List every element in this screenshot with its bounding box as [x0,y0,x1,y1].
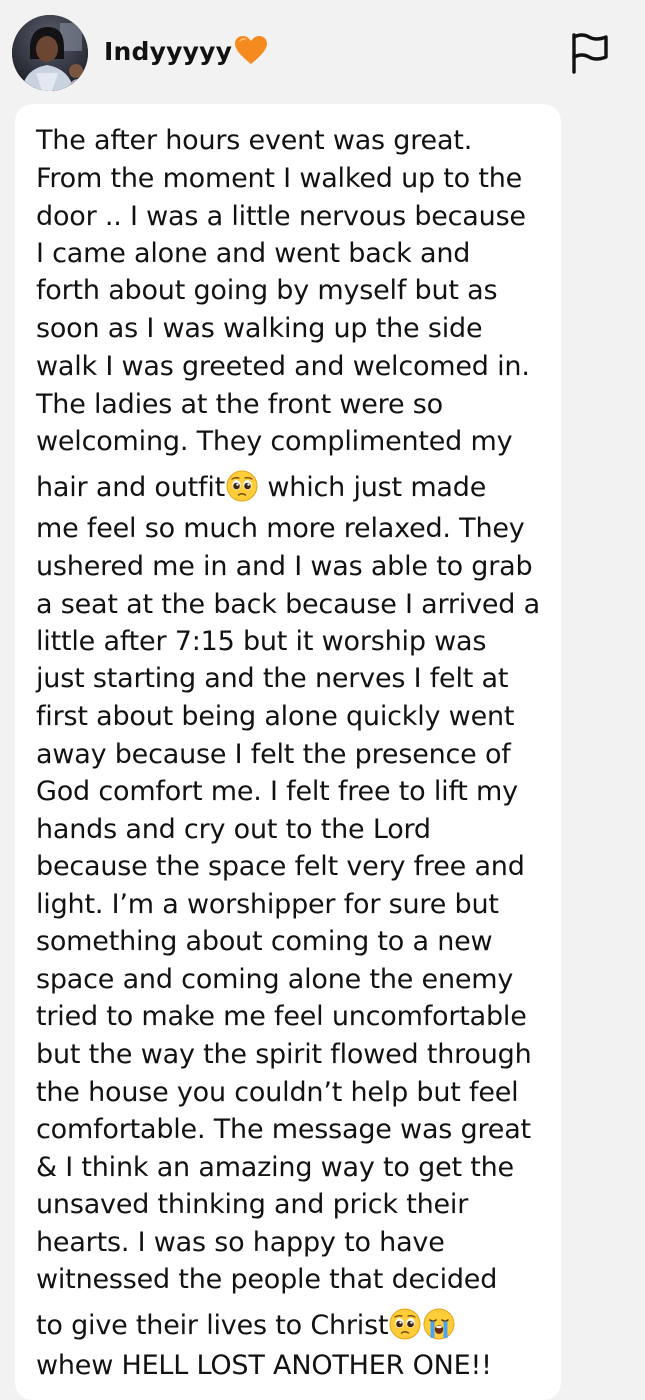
review-line: space and coming alone the enemy [36,964,514,995]
pleading-face-icon [226,470,258,502]
review-line: welcoming. They complimented my [36,426,513,457]
review-line: the house you couldn’t help but feel [36,1077,519,1108]
review-line: light. I’m a worshipper for sure but [36,889,499,920]
review-line: whew HELL LOST ANOTHER ONE!! [36,1350,492,1381]
flag-icon [572,33,608,74]
review-line: little after 7:15 but it worship was [36,626,487,657]
review-line: soon as I was walking up the side [36,313,483,344]
review-line: The after hours event was great. [36,125,473,156]
review-line: From the moment I walked up to the [36,163,523,194]
review-line: because the space felt very free and [36,851,525,882]
review-line: hearts. I was so happy to have [36,1227,445,1258]
review-line: & I think an amazing way to get the [36,1152,514,1183]
review-line: God comfort me. I felt free to lift my [36,776,518,807]
review-line: The ladies at the front were so [36,389,443,420]
loudly-crying-face-icon [423,1308,455,1340]
review-line: comfortable. The message was great [36,1114,531,1145]
orange-heart-icon [235,36,268,64]
review-line-segment: to give their lives to Christ [36,1310,389,1341]
review-line: away because I felt the presence of [36,739,511,770]
review-line: just starting and the nerves I felt at [36,663,509,694]
review-line: ushered me in and I was able to grab [36,551,533,582]
review-line: a seat at the back because I arrived a [36,589,540,620]
review-line-with-emoji: to give their lives to Christ [36,1308,456,1343]
avatar[interactable] [12,15,88,91]
review-line: me feel so much more relaxed. They [36,513,525,544]
review-line-segment: which just made [259,472,487,503]
review-line: witnessed the people that decided [36,1264,498,1295]
review-line-with-emoji: hair and outfit which just made [36,470,486,505]
review-line: hands and cry out to the Lord [36,814,431,845]
review-line: unsaved thinking and prick their [36,1189,469,1220]
review-line: I came alone and went back and [36,238,471,269]
review-line: but the way the spirit flowed through [36,1039,532,1070]
review-line: first about being alone quickly went [36,701,515,732]
review-line: walk I was greeted and welcomed in. [36,351,530,382]
post-header: Indyyyyy [0,0,645,104]
review-line: tried to make me feel uncomfortable [36,1001,527,1032]
report-flag-button[interactable] [568,30,614,76]
review-line-segment: hair and outfit [36,472,226,503]
pleading-face-icon [389,1308,421,1340]
review-line: door .. I was a little nervous because [36,201,526,232]
avatar-photo [12,15,88,91]
username-text: Indyyyyy [104,37,233,66]
username[interactable]: Indyyyyy [104,34,268,70]
review-line: something about coming to a new [36,926,493,957]
review-line: forth about going by myself but as [36,275,498,306]
